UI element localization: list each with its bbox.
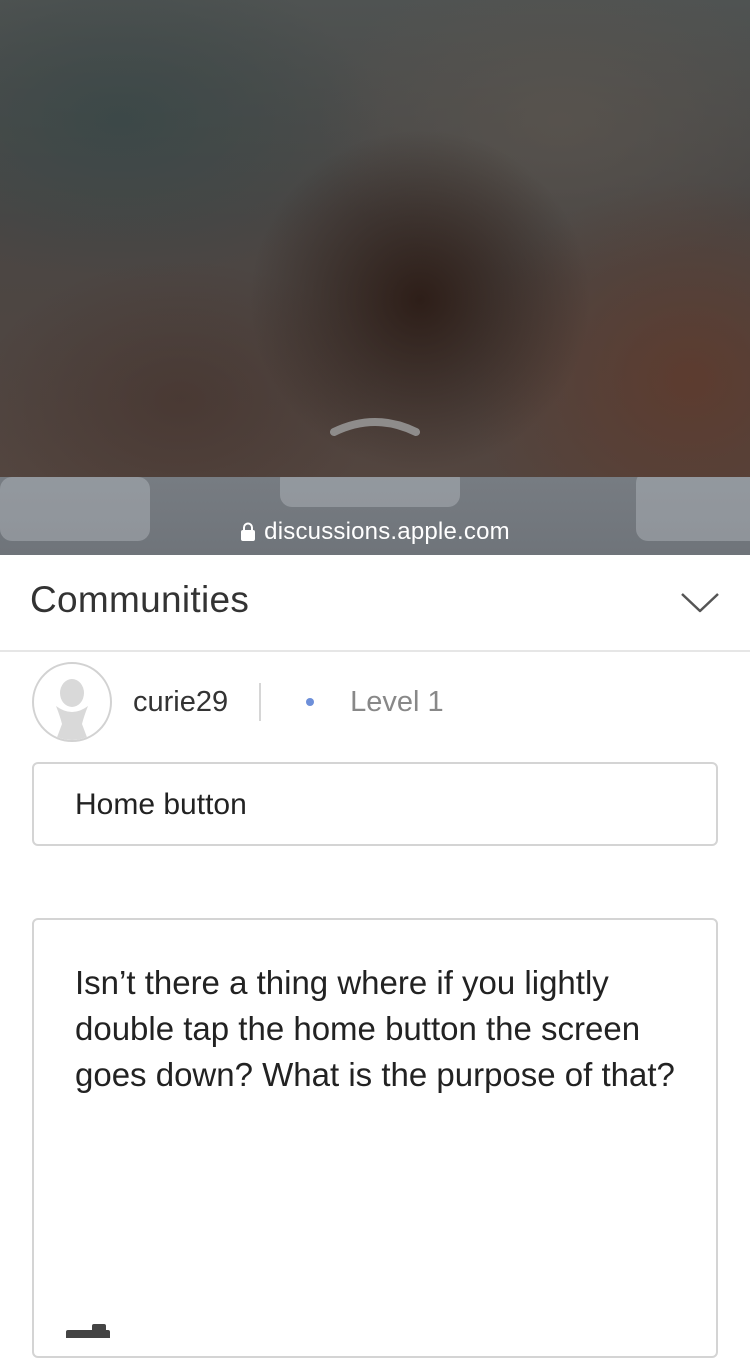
url-text: discussions.apple.com	[264, 518, 510, 545]
page-title: Communities	[30, 579, 250, 620]
blurred-tab	[280, 477, 460, 507]
subject-value: Home button	[75, 788, 247, 821]
author-level: Level 1	[350, 685, 444, 718]
level-dot-icon	[306, 698, 315, 706]
body-textarea[interactable]: Isn’t there a thing where if you lightly…	[32, 918, 718, 1358]
avatar-placeholder-icon	[56, 679, 88, 740]
communities-header[interactable]: Communities	[0, 555, 750, 652]
url-display[interactable]: discussions.apple.com	[0, 517, 750, 547]
browser-url-bar[interactable]: discussions.apple.com	[0, 477, 750, 555]
chevron-down-icon[interactable]	[680, 590, 720, 614]
reachability-wallpaper	[0, 0, 750, 477]
divider	[259, 683, 262, 721]
body-value: Isn’t there a thing where if you lightly…	[75, 964, 675, 1093]
lock-icon	[241, 522, 256, 541]
author-username[interactable]: curie29	[133, 686, 228, 719]
author-row: curie29 Level 1	[32, 662, 444, 742]
camera-icon[interactable]	[66, 1324, 110, 1338]
subject-field[interactable]: Home button	[32, 762, 718, 846]
chevron-up-icon[interactable]	[330, 410, 420, 440]
avatar[interactable]	[32, 662, 112, 742]
